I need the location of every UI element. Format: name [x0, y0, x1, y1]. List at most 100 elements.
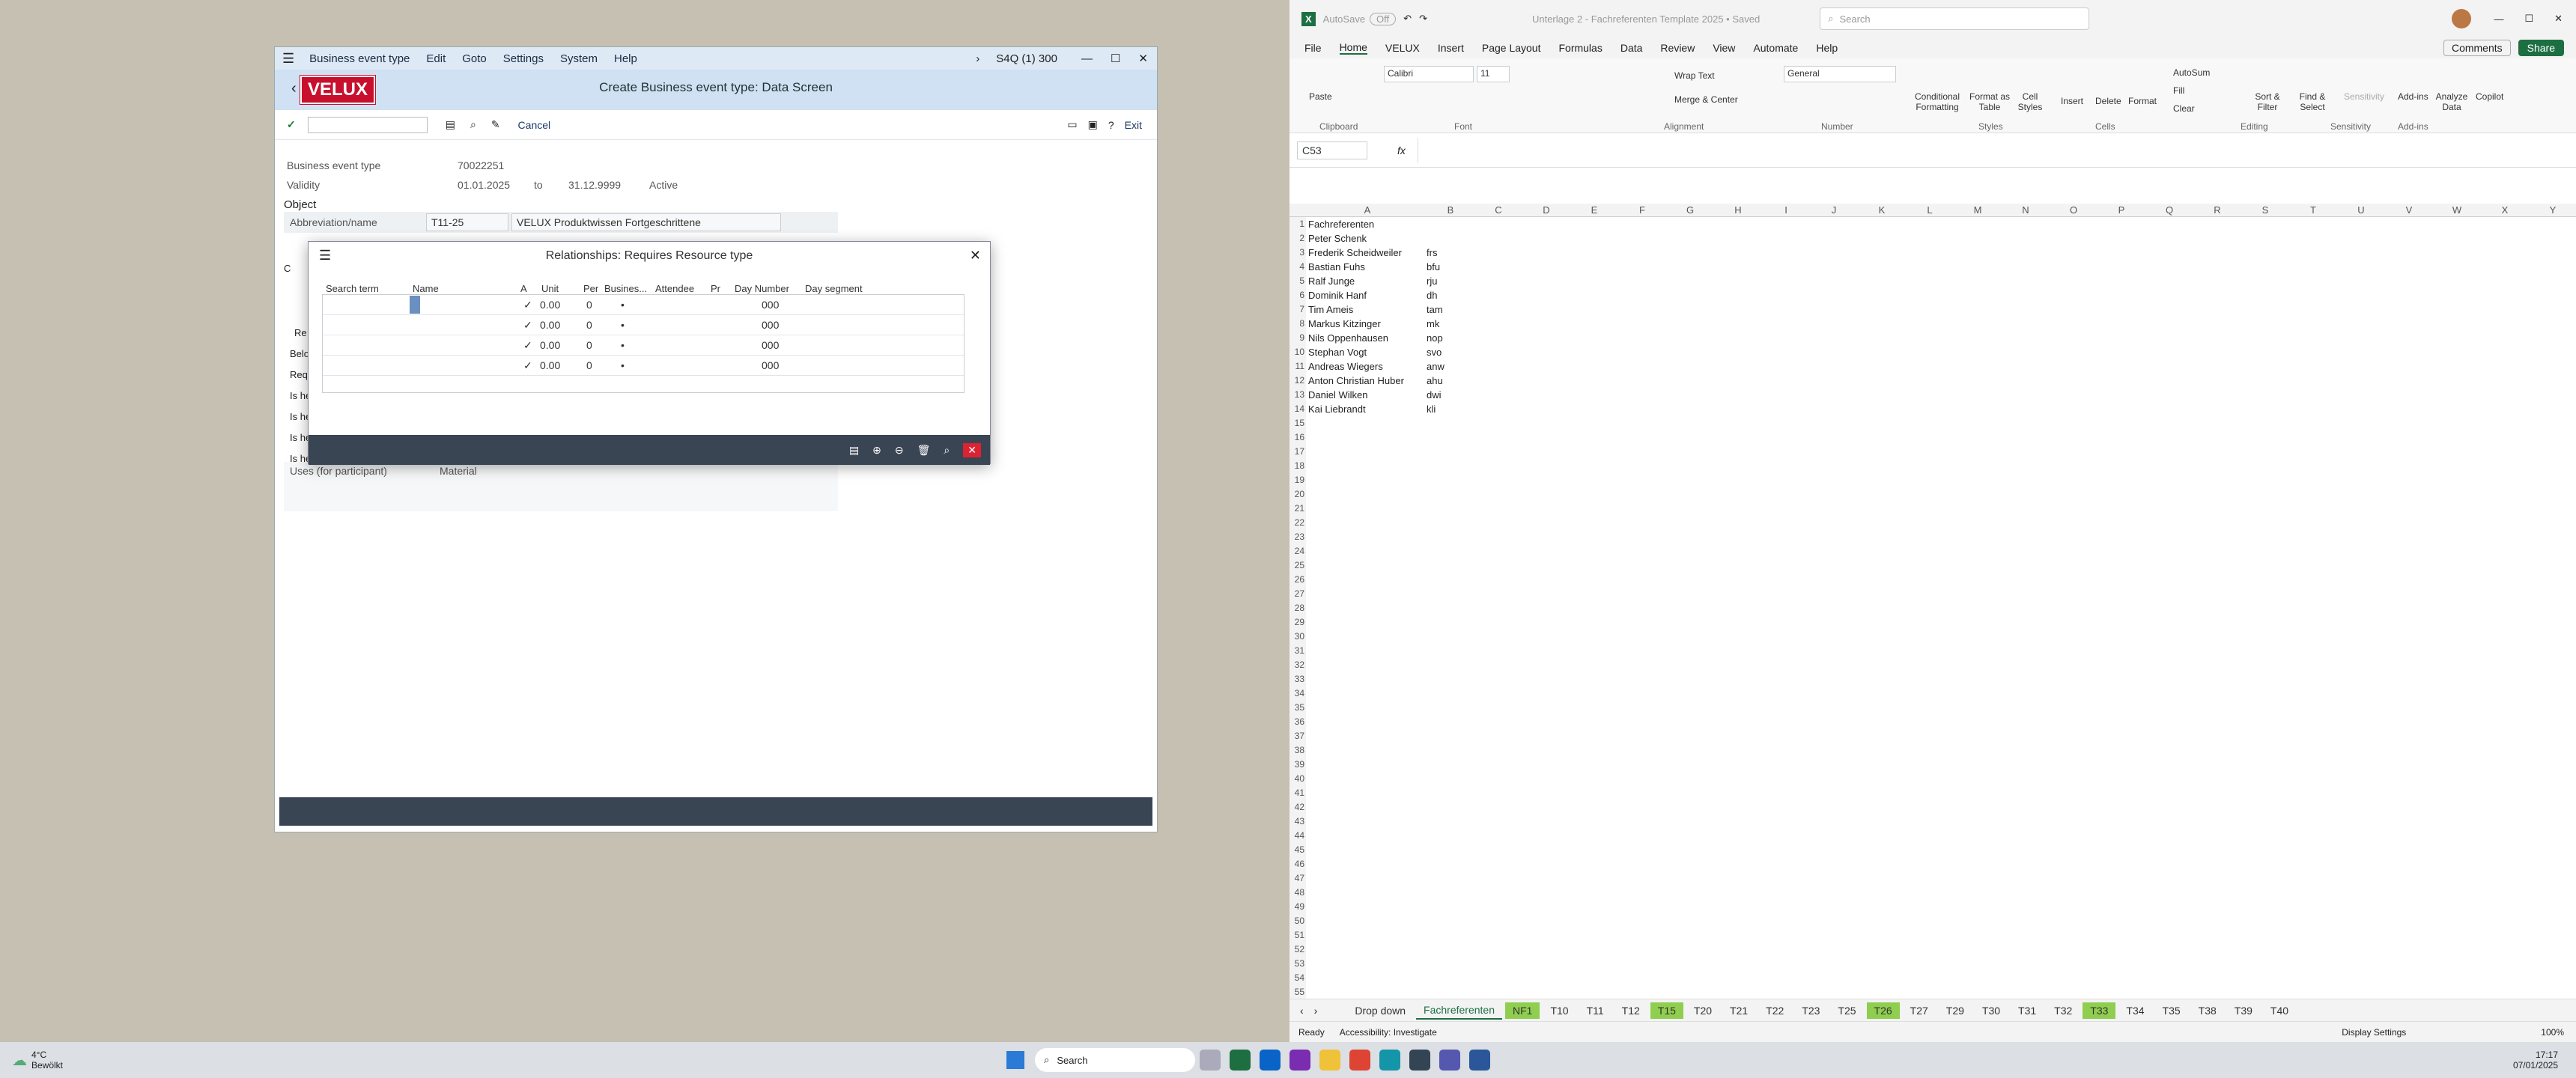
- tab-prev-icon[interactable]: ‹: [1300, 1005, 1304, 1017]
- chrome-app-icon[interactable]: [1349, 1050, 1371, 1071]
- menu-page-layout[interactable]: Page Layout: [1482, 42, 1541, 54]
- row-header[interactable]: 47: [1289, 871, 1306, 886]
- sheet-tab[interactable]: T35: [2155, 1002, 2188, 1019]
- sheet-tab[interactable]: T26: [1866, 1002, 1900, 1019]
- cell-code[interactable]: bfu: [1427, 260, 1440, 274]
- avatar[interactable]: [2452, 9, 2472, 28]
- cell-name[interactable]: Stephan Vogt: [1308, 345, 1367, 359]
- cell-name[interactable]: Ralf Junge: [1308, 274, 1355, 288]
- wrap-text-button[interactable]: Wrap Text: [1674, 70, 1715, 81]
- row-header[interactable]: 9: [1289, 331, 1306, 345]
- paste-button[interactable]: Paste: [1309, 91, 1332, 102]
- row-header[interactable]: 27: [1289, 587, 1306, 601]
- menu-formulas[interactable]: Formulas: [1558, 42, 1602, 54]
- column-header[interactable]: V: [2385, 204, 2433, 216]
- menu-help[interactable]: Help: [1816, 42, 1838, 54]
- merge-center-button[interactable]: Merge & Center: [1674, 94, 1738, 105]
- col-business[interactable]: Busines...: [604, 283, 647, 294]
- number-format-select[interactable]: General: [1784, 66, 1896, 82]
- row-header[interactable]: 12: [1289, 374, 1306, 388]
- column-header[interactable]: Y: [2529, 204, 2576, 216]
- sort-filter-button[interactable]: Sort & Filter: [2245, 91, 2290, 112]
- col-day-number[interactable]: Day Number: [735, 283, 789, 294]
- row-header[interactable]: 4: [1289, 260, 1306, 274]
- start-icon[interactable]: [1006, 1051, 1025, 1069]
- cell-name[interactable]: Peter Schenk: [1308, 231, 1367, 246]
- excel-app-icon[interactable]: [1230, 1050, 1251, 1071]
- row-header[interactable]: 30: [1289, 630, 1306, 644]
- fontsize-select[interactable]: 11: [1477, 66, 1510, 82]
- cell-code[interactable]: tam: [1427, 302, 1443, 317]
- column-header[interactable]: P: [2097, 204, 2145, 216]
- table-row[interactable]: ✓ 0.00 0 • 000: [323, 315, 964, 335]
- autosum-button[interactable]: AutoSum: [2173, 67, 2210, 78]
- row-header[interactable]: 34: [1289, 686, 1306, 701]
- menu-system[interactable]: System: [560, 52, 598, 65]
- find-icon[interactable]: ⌕: [470, 118, 476, 131]
- row-header[interactable]: 52: [1289, 943, 1306, 957]
- minimize-icon[interactable]: —: [2494, 13, 2503, 25]
- hamburger-icon[interactable]: ☰: [282, 51, 294, 67]
- col-name[interactable]: Name: [413, 283, 439, 294]
- outlook-app-icon[interactable]: [1260, 1050, 1281, 1071]
- cell-code[interactable]: nop: [1427, 331, 1443, 345]
- zoom-level[interactable]: 100%: [2541, 1027, 2564, 1038]
- cell-code[interactable]: ahu: [1427, 374, 1443, 388]
- sap-app-icon[interactable]: [1409, 1050, 1431, 1071]
- table-row[interactable]: ✓ 0.00 0 • 000: [323, 335, 964, 356]
- name-box[interactable]: C53: [1297, 141, 1367, 159]
- row-header[interactable]: 2: [1289, 231, 1306, 246]
- close-icon[interactable]: ✕: [1138, 52, 1148, 65]
- row-header[interactable]: 36: [1289, 715, 1306, 729]
- sheet-tab[interactable]: Drop down: [1347, 1002, 1413, 1019]
- exit-button[interactable]: Exit: [1125, 119, 1142, 131]
- redo-icon[interactable]: ↷: [1419, 13, 1427, 25]
- sheet-tab[interactable]: NF1: [1505, 1002, 1540, 1019]
- column-header[interactable]: N: [2002, 204, 2050, 216]
- row-header[interactable]: 50: [1289, 914, 1306, 928]
- column-header[interactable]: O: [2050, 204, 2097, 216]
- cell-styles-button[interactable]: Cell Styles: [2011, 91, 2049, 112]
- cell-code[interactable]: rju: [1427, 274, 1437, 288]
- row-header[interactable]: 42: [1289, 800, 1306, 814]
- row-header[interactable]: 10: [1289, 345, 1306, 359]
- column-header[interactable]: I: [1762, 204, 1810, 216]
- row-header[interactable]: 46: [1289, 857, 1306, 871]
- sheet-tab[interactable]: T32: [2047, 1002, 2080, 1019]
- column-header[interactable]: R: [2193, 204, 2241, 216]
- row-header[interactable]: 44: [1289, 829, 1306, 843]
- cell-name[interactable]: Andreas Wiegers: [1308, 359, 1383, 374]
- search-icon[interactable]: ⌕: [944, 444, 950, 457]
- row-header[interactable]: 20: [1289, 487, 1306, 502]
- row-header[interactable]: 32: [1289, 658, 1306, 672]
- display-settings[interactable]: Display Settings: [2342, 1027, 2406, 1038]
- formula-input[interactable]: [1417, 137, 2576, 163]
- column-header[interactable]: D: [1522, 204, 1570, 216]
- column-header[interactable]: T: [2289, 204, 2337, 216]
- sheet-tab[interactable]: T29: [1939, 1002, 1972, 1019]
- row-header[interactable]: 38: [1289, 743, 1306, 758]
- row-header[interactable]: 22: [1289, 516, 1306, 530]
- row-header[interactable]: 11: [1289, 359, 1306, 374]
- insert-button[interactable]: Insert: [2061, 96, 2083, 106]
- row-header[interactable]: 48: [1289, 886, 1306, 900]
- menu-insert[interactable]: Insert: [1438, 42, 1464, 54]
- cancel-icon[interactable]: ✕: [963, 442, 981, 457]
- accessibility-status[interactable]: Accessibility: Investigate: [1340, 1027, 1437, 1038]
- sheet-tab[interactable]: T10: [1543, 1002, 1576, 1019]
- cell-name[interactable]: Anton Christian Huber: [1308, 374, 1404, 388]
- row-header[interactable]: 8: [1289, 317, 1306, 331]
- menu-home[interactable]: Home: [1339, 41, 1367, 55]
- sensitivity-button[interactable]: Sensitivity: [2344, 91, 2384, 102]
- sheet-tab[interactable]: T21: [1722, 1002, 1755, 1019]
- addins-button[interactable]: Add-ins: [2398, 91, 2428, 102]
- sheet-tab[interactable]: T12: [1614, 1002, 1647, 1019]
- edge-app-icon[interactable]: [1379, 1050, 1401, 1071]
- menu-automate[interactable]: Automate: [1753, 42, 1798, 54]
- row-header[interactable]: 19: [1289, 473, 1306, 487]
- window-icon[interactable]: ▣: [1088, 118, 1098, 131]
- name-field[interactable]: VELUX Produktwissen Fortgeschrittene: [511, 213, 781, 231]
- cell-name[interactable]: Dominik Hanf: [1308, 288, 1367, 302]
- column-header[interactable]: E: [1570, 204, 1618, 216]
- sheet-tab[interactable]: T15: [1650, 1002, 1683, 1019]
